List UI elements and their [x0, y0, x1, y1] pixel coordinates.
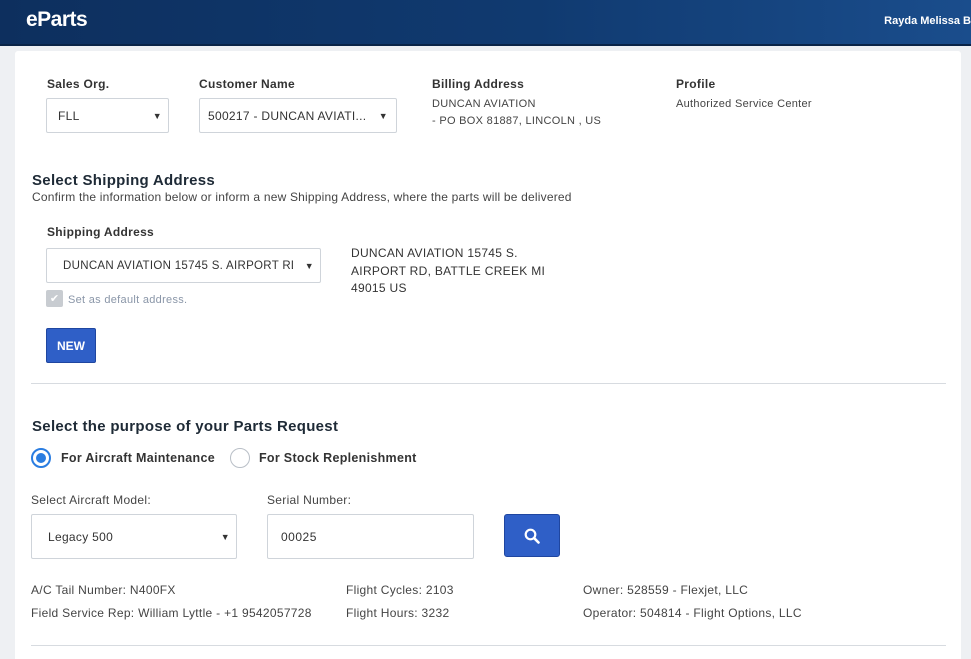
- shipping-address-line3: 49015 US: [351, 281, 407, 295]
- radio-stock-replenishment-label: For Stock Replenishment: [259, 451, 417, 465]
- caret-down-icon: ▼: [304, 260, 314, 271]
- caret-down-icon: ▼: [220, 531, 230, 542]
- tail-number-info: A/C Tail Number: N400FX: [31, 583, 176, 597]
- shipping-address-value: DUNCAN AVIATION 15745 S. AIRPORT RD: [63, 259, 293, 272]
- caret-down-icon: ▼: [152, 110, 162, 121]
- section-divider: [31, 645, 946, 646]
- flight-cycles-info: Flight Cycles: 2103: [346, 583, 454, 597]
- shipping-section-description: Confirm the information below or inform …: [32, 190, 572, 204]
- operator-info: Operator: 504814 - Flight Options, LLC: [583, 606, 802, 620]
- sales-org-label: Sales Org.: [47, 77, 110, 91]
- app-logo[interactable]: eParts: [26, 8, 88, 32]
- serial-number-value: 00025: [281, 529, 317, 544]
- caret-down-icon: ▼: [378, 110, 388, 121]
- shipping-address-line2: AIRPORT RD, BATTLE CREEK MI: [351, 264, 546, 278]
- profile-label: Profile: [676, 77, 716, 91]
- default-address-checkbox[interactable]: ✔: [46, 290, 63, 307]
- user-name[interactable]: Rayda Melissa B: [884, 15, 971, 27]
- new-address-button[interactable]: NEW: [46, 328, 96, 363]
- field-service-rep-info: Field Service Rep: William Lyttle - +1 9…: [31, 606, 312, 620]
- owner-info: Owner: 528559 - Flexjet, LLC: [583, 583, 749, 597]
- shipping-address-line1: DUNCAN AVIATION 15745 S.: [351, 246, 518, 260]
- flight-hours-info: Flight Hours: 3232: [346, 606, 450, 620]
- shipping-address-select[interactable]: DUNCAN AVIATION 15745 S. AIRPORT RD ▼: [46, 248, 321, 283]
- section-divider: [31, 383, 946, 384]
- shipping-section-title: Select Shipping Address: [32, 172, 216, 189]
- shipping-address-label: Shipping Address: [47, 225, 155, 239]
- sales-org-value: FLL: [58, 108, 80, 123]
- customer-name-label: Customer Name: [199, 77, 295, 91]
- serial-number-label: Serial Number:: [267, 493, 352, 507]
- sales-org-select[interactable]: FLL ▼: [46, 98, 169, 133]
- radio-stock-replenishment[interactable]: [230, 448, 250, 468]
- billing-address-label: Billing Address: [432, 77, 525, 91]
- customer-name-value: 500217 - DUNCAN AVIATI...: [208, 108, 367, 123]
- top-navigation-bar: eParts Rayda Melissa B: [0, 0, 971, 46]
- search-icon: [524, 528, 540, 544]
- aircraft-model-select[interactable]: Legacy 500 ▼: [31, 514, 237, 559]
- parts-request-form: Sales Org. FLL ▼ Customer Name 500217 - …: [15, 51, 961, 659]
- profile-value: Authorized Service Center: [676, 98, 812, 110]
- customer-name-select[interactable]: 500217 - DUNCAN AVIATI... ▼: [199, 98, 397, 133]
- serial-number-input[interactable]: 00025: [267, 514, 474, 559]
- purpose-section-title: Select the purpose of your Parts Request: [32, 418, 339, 435]
- aircraft-model-value: Legacy 500: [48, 529, 114, 544]
- aircraft-model-label: Select Aircraft Model:: [31, 493, 151, 507]
- search-button[interactable]: [504, 514, 560, 557]
- default-address-label: Set as default address.: [68, 294, 188, 306]
- radio-aircraft-maintenance[interactable]: [31, 448, 51, 468]
- check-icon: ✔: [49, 293, 60, 305]
- billing-address-line1: DUNCAN AVIATION: [432, 98, 536, 110]
- billing-address-line2: - PO BOX 81887, LINCOLN , US: [432, 115, 602, 127]
- radio-aircraft-maintenance-label: For Aircraft Maintenance: [61, 451, 215, 465]
